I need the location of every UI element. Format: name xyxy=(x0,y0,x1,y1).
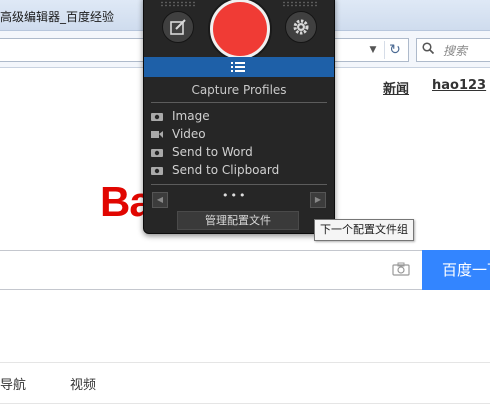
nav-link-hao123[interactable]: hao123 xyxy=(432,78,486,93)
search-icon xyxy=(422,42,434,54)
window-title: 高级编辑器_百度经验 xyxy=(0,10,115,24)
profile-item-video[interactable]: Video xyxy=(151,127,206,145)
camera-icon xyxy=(151,113,163,121)
profile-item-send-to-clipboard[interactable]: Send to Clipboard xyxy=(151,163,279,181)
capture-panel: Capture Profiles Image Video Send to Wor… xyxy=(143,0,335,234)
divider xyxy=(151,184,327,185)
divider xyxy=(0,403,490,404)
baidu-search-button[interactable]: 百度一下 xyxy=(422,250,490,290)
camera-icon[interactable] xyxy=(392,262,410,276)
profile-label: Image xyxy=(172,109,210,123)
profile-item-image[interactable]: Image xyxy=(151,109,210,127)
gear-icon xyxy=(293,19,309,35)
bottom-link-nav[interactable]: 导航 xyxy=(0,374,26,393)
camera-icon xyxy=(151,149,163,157)
profile-label: Send to Word xyxy=(172,145,253,159)
divider xyxy=(151,102,327,103)
profiles-tab[interactable] xyxy=(144,57,334,77)
settings-button[interactable] xyxy=(285,11,317,43)
divider xyxy=(0,362,490,363)
url-dropdown-icon[interactable]: ▼ xyxy=(366,39,380,61)
edit-button[interactable] xyxy=(162,11,194,43)
search-placeholder: 搜索 xyxy=(443,44,468,58)
profile-label: Send to Clipboard xyxy=(172,163,280,177)
next-group-button[interactable]: ▶ xyxy=(310,192,326,208)
next-group-tooltip: 下一个配置文件组 xyxy=(314,219,414,241)
pager-dots: ••• xyxy=(222,189,248,202)
baidu-search-input[interactable] xyxy=(0,250,422,290)
drag-grip[interactable] xyxy=(282,1,318,7)
video-icon xyxy=(151,131,163,138)
nav-link-news[interactable]: 新闻 xyxy=(383,78,409,97)
prev-group-button[interactable]: ◀ xyxy=(152,192,168,208)
profiles-title: Capture Profiles xyxy=(191,83,287,97)
list-icon xyxy=(231,62,245,72)
bottom-link-video[interactable]: 视频 xyxy=(70,374,96,393)
capture-button[interactable] xyxy=(210,0,270,59)
drag-grip[interactable] xyxy=(160,1,196,7)
profile-item-send-to-word[interactable]: Send to Word xyxy=(151,145,253,163)
profile-label: Video xyxy=(172,127,206,141)
manage-profiles-button[interactable]: 管理配置文件 xyxy=(177,211,299,230)
pencil-box-icon xyxy=(170,19,186,35)
browser-search-input[interactable]: 搜索 xyxy=(416,38,490,62)
camera-icon xyxy=(151,167,163,175)
refresh-icon[interactable]: ↻ xyxy=(384,41,405,59)
